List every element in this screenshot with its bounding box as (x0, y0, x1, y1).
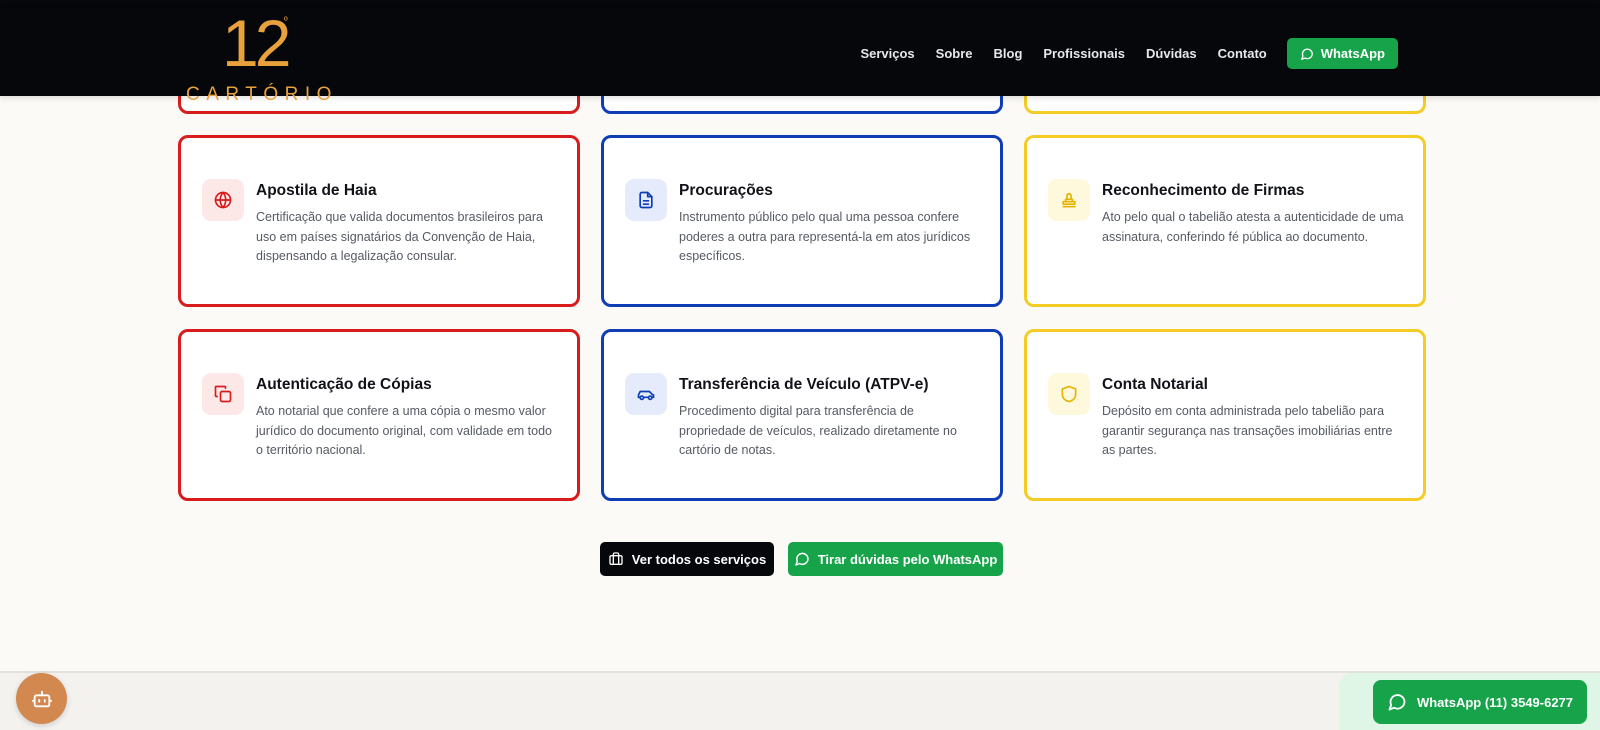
service-card-veiculo[interactable]: Transferência de Veículo (ATPV-e) Proced… (601, 329, 1003, 501)
card-description: Depósito em conta administrada pelo tabe… (1102, 404, 1393, 457)
briefcase-icon (609, 552, 623, 565)
card-description: Ato pelo qual o tabelião atesta a autent… (1102, 210, 1404, 244)
globe-icon (202, 179, 244, 221)
header-whatsapp-label: WhatsApp (1320, 46, 1385, 61)
card-title: Transferência de Veículo (ATPV-e) (679, 376, 929, 393)
logo-degree: º (284, 16, 288, 27)
document-icon (625, 179, 667, 221)
nav-item-duvidas[interactable]: Dúvidas (1146, 46, 1197, 61)
whatsapp-icon (1388, 694, 1406, 711)
whatsapp-icon (794, 552, 809, 566)
logo-number: 12 (222, 6, 291, 80)
card-title: Autenticação de Cópias (256, 376, 432, 393)
card-title: Apostila de Haia (256, 182, 377, 199)
all-services-button[interactable]: Ver todos os serviços (600, 542, 774, 576)
copy-icon (202, 373, 244, 415)
nav-item-profissionais[interactable]: Profissionais (1043, 46, 1125, 61)
shield-icon (1048, 373, 1090, 415)
car-icon (625, 373, 667, 415)
bot-icon (31, 690, 52, 707)
service-card-autenticacao[interactable]: Autenticação de Cópias Ato notarial que … (178, 329, 580, 501)
header-whatsapp-button[interactable]: WhatsApp (1286, 38, 1398, 69)
card-description: Ato notarial que confere a uma cópia o m… (256, 404, 553, 457)
card-title: Procurações (679, 182, 773, 199)
card-title: Reconhecimento de Firmas (1102, 182, 1305, 199)
whatsapp-doubts-label: Tirar dúvidas pelo WhatsApp (817, 551, 998, 567)
site-header: 12 º CARTÓRIO Serviços Sobre Blog Profis… (0, 8, 1600, 105)
whatsapp-icon (1300, 48, 1313, 60)
card-description: Certificação que valida documentos brasi… (256, 210, 543, 263)
floating-whatsapp-button[interactable]: WhatsApp (11) 3549-6277 (1373, 680, 1587, 724)
logo-word: CARTÓRIO (186, 84, 338, 105)
service-card-apostila[interactable]: Apostila de Haia Certificação que valida… (178, 135, 580, 307)
card-description: Instrumento público pelo qual uma pessoa… (679, 210, 971, 263)
card-description: Procedimento digital para transferência … (679, 404, 957, 457)
nav-item-sobre[interactable]: Sobre (936, 46, 973, 61)
assistant-button[interactable] (16, 673, 67, 724)
service-card-conta-notarial[interactable]: Conta Notarial Depósito em conta adminis… (1024, 329, 1426, 501)
stamp-icon (1048, 179, 1090, 221)
nav-item-contato[interactable]: Contato (1218, 46, 1267, 61)
service-card-firmas[interactable]: Reconhecimento de Firmas Ato pelo qual o… (1024, 135, 1426, 307)
card-title: Conta Notarial (1102, 376, 1208, 393)
all-services-label: Ver todos os serviços (631, 551, 767, 567)
whatsapp-doubts-button[interactable]: Tirar dúvidas pelo WhatsApp (788, 542, 1003, 576)
nav-item-servicos[interactable]: Serviços (860, 46, 914, 61)
site-logo[interactable]: 12 º CARTÓRIO (186, 10, 334, 110)
nav-item-blog[interactable]: Blog (994, 46, 1023, 61)
main-nav: Serviços Sobre Blog Profissionais Dúvida… (839, 38, 1398, 69)
floating-whatsapp-label: WhatsApp (11) 3549-6277 (1416, 694, 1574, 710)
service-card-procuracoes[interactable]: Procurações Instrumento público pelo qua… (601, 135, 1003, 307)
